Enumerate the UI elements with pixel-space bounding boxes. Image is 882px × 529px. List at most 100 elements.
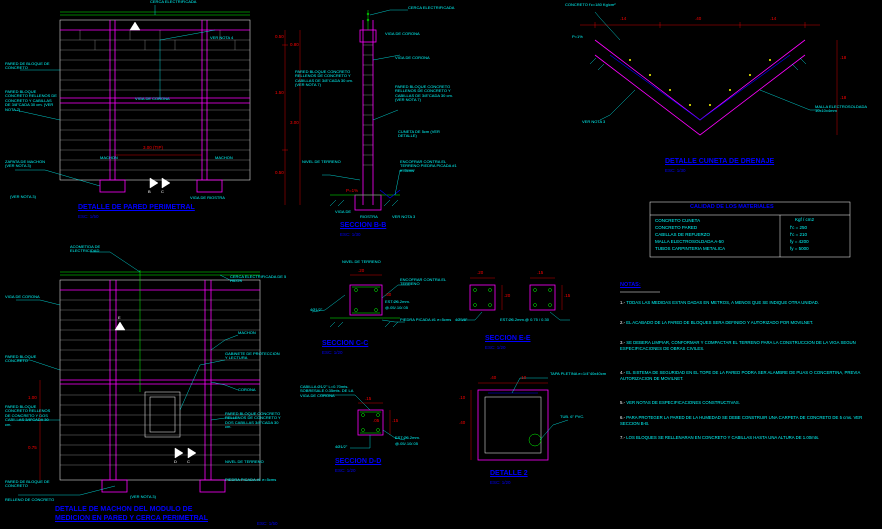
esc-det2: ESC: 1/20 (490, 480, 511, 485)
lbl-malla: MALLA ELECTROSOLDADA 10x10x4mm (815, 105, 870, 114)
lbl-cerca5h: CERCA ELECTRIFICADA DE 5 HILOS (230, 275, 292, 284)
title-bb: SECCION B-B (340, 222, 386, 229)
nota6-text: PARA PROTEGER LA PARED DE LA HUMEDAD SE … (620, 415, 862, 426)
nota1: 1.- TODAS LAS MEDIDAS ESTAN DADAS EN MET… (620, 300, 870, 306)
esc-cc: ESC: 1/20 (322, 350, 343, 355)
flag-E: E (118, 316, 121, 320)
flag-B: B (148, 190, 151, 194)
esc-machon: ESC: 1/50 (257, 521, 278, 526)
lbl-encofrar: ENCOFRAR CONTRA EL TERRENO PIEDRA PICADA… (400, 160, 462, 173)
lbl-tub: TUB. 6" PVC. (560, 415, 584, 419)
lbl-corona2: CORONA (238, 388, 256, 392)
lbl-4phi2: 4Ø1/2" (335, 445, 347, 449)
lbl-vernota3a: (VER NOTA 3) (10, 195, 36, 199)
dim-18b: .18 (840, 95, 846, 100)
lbl-est2b: @.05/.10/.05 (385, 306, 435, 310)
lbl-vernota3d: VER NOTA 3 (582, 120, 605, 124)
dim-40d2: .40 (490, 375, 496, 380)
mat5: TUBOS CARPINTERIA METALICA (655, 246, 725, 253)
detail-machon-modulo (16, 252, 260, 495)
title-machon: DETALLE DE MACHON DEL MODULO DE (55, 506, 192, 513)
lbl-nivel-terr2: NIVEL DE TERRENO (342, 260, 382, 264)
lbl-cabilla: CABILLA Ø1/2" L=0.70mts. SOBRESALE 0.35m… (300, 385, 360, 398)
mat2: CONCRETO PARED (655, 225, 697, 232)
esc-cuneta: ESC: 1/30 (665, 168, 686, 173)
lbl-viga-riostra: VIGA DE RIOSTRA (190, 196, 225, 200)
lbl-est2: EST.Ø6.2mm. (385, 300, 435, 304)
lbl-pared-bloque-conc: PARED DE BLOQUE DE CONCRETO (5, 480, 55, 489)
dim-20cc: .20 (358, 268, 364, 273)
lbl-viga-de: VIGA DE (335, 210, 351, 214)
dim-40cun: .40 (695, 16, 701, 21)
detail-cuneta (580, 12, 837, 135)
lbl-viga-corona: VIGA DE CORONA (135, 97, 170, 101)
lbl-viga-corona3: VIGA DE CORONA (385, 32, 420, 36)
dim-15dd2: .15 (392, 418, 398, 423)
dim-p15: P=1% (346, 188, 358, 193)
lbl-est3: EST.Ø6.2mm. (395, 436, 440, 440)
dim-300: 3.00 (TIP) (143, 145, 163, 150)
title-cuneta: DETALLE CUNETA DE DRENAJE (665, 158, 774, 165)
dim-300-bb: 3.00 (290, 120, 299, 125)
lbl-cuneta: CUNETA DE 5cm (VER DETALLE) (398, 130, 453, 139)
dim-05dd: .05 (373, 418, 379, 423)
dim-150-bb: 1.50 (275, 90, 284, 95)
nota4-text: EL SISTEMA DE SEGURIDAD EN EL TOPE DE LA… (620, 370, 860, 381)
lbl-viga-corona4: VIGA DE CORONA (395, 56, 430, 60)
dim-14b: .14 (770, 16, 776, 21)
dim-15dd: .15 (365, 396, 371, 401)
lbl-machon2: MACHON (238, 331, 256, 335)
lbl-relleno: RELLENO DE CONCRETO (5, 498, 55, 502)
mat4v: fy = 5000 (790, 246, 809, 253)
lbl-4phi: 4Ø1/2" (310, 308, 322, 312)
dim-10d2b: .10 (459, 395, 465, 400)
nota4: 4.- EL SISTEMA DE SEGURIDAD EN EL TOPE D… (620, 370, 870, 381)
nota1-text: TODAS LAS MEDIDAS ESTAN DADAS EN METROS,… (626, 300, 819, 305)
title-pared-perimetral: DETALLE DE PARED PERIMETRAL (78, 204, 195, 211)
dim-40d2b: .40 (459, 420, 465, 425)
lbl-acometida: ACOMETIDA DE ELECTRICIDAD (70, 245, 125, 254)
nota3-text: SE DEBERA LIMPIAR, CONFORMAR Y COMPACTAR… (620, 340, 856, 351)
dim-14a: .14 (620, 16, 626, 21)
nota2-text: EL ACABADO DE LA PARED DE BLOQUES SERA D… (626, 320, 813, 325)
lbl-pared-bloque2: PARED BLOQUE CONCRETO (5, 355, 55, 364)
lbl-piedra2: PIEDRA PICADA #1 e=5cms (400, 318, 455, 322)
lbl-nivel-terr3: NIVEL DE TERRENO (225, 460, 264, 464)
mat3v: fy = 4200 (790, 239, 809, 246)
cad-drawing-canvas (0, 0, 882, 529)
esc-dd: ESC: 1/20 (335, 468, 356, 473)
nota7: 7.- LOS BLOQUES SE RELLENARAN EN CONCRET… (620, 435, 870, 441)
lbl-concreto-cun: CONCRETO f'c=180 Kg/cm² (565, 3, 635, 7)
lbl-gabinete: GABINETE DE PROTECCION Y LECTURA (225, 352, 280, 361)
lbl-machon: MACHON (100, 156, 118, 160)
flag-C: C (161, 190, 164, 194)
mat2v: f'c = 210 (790, 232, 807, 239)
lbl-machon-r: MACHON (215, 156, 233, 160)
lbl-vernota4: VER NOTA 4 (210, 36, 233, 40)
nota3: 3.- SE DEBERA LIMPIAR, CONFORMAR Y COMPA… (620, 340, 870, 351)
esc-perimetral: ESC: 1/50 (78, 214, 99, 219)
lbl-pared-bloque: PARED DE BLOQUE DE CONCRETO (5, 62, 57, 71)
nota6: 6.- PARA PROTEGER LA PARED DE LA HUMEDAD… (620, 415, 870, 426)
lbl-vernota3c: VER NOTA 3 (392, 215, 415, 219)
lbl-tapa: TAPA PLETINA e=1/4"40x40cm (550, 372, 610, 376)
dim-20ee: .20 (477, 270, 483, 275)
tbl-header: CALIDAD DE LOS MATERIALES (690, 204, 774, 210)
dim-080-bb: 0.80 (290, 42, 299, 47)
lbl-pared-desc2: PARED BLOQUE CONCRETO RELLENOS DE CONCRE… (5, 405, 55, 427)
title-machon2: MEDICION EN PARED Y CERCA PERIMETRAL (55, 515, 208, 522)
dim-18a: .18 (840, 55, 846, 60)
dim-10d2: .10 (520, 375, 526, 380)
esc-bb: ESC: 1/30 (340, 232, 361, 237)
title-det2: DETALLE 2 (490, 470, 528, 477)
nota5: 5.- VER NOTAS DE ESPECIFICACIONES CONSTR… (620, 400, 870, 406)
lbl-est4: EST.Ø6.2mm.@ 0.75 / 0.30 (500, 318, 590, 322)
mat1: CONCRETO CUNETA (655, 218, 700, 225)
lbl-pared-desc3: PARED BLOQUE CONCRETO RELLENOS DE CONCRE… (395, 85, 457, 103)
lbl-riostra2: RIOSTRA (360, 215, 378, 219)
lbl-p15b: P=1% (572, 35, 583, 39)
mat1v: f'c = 250 (790, 225, 807, 232)
title-dd: SECCION D-D (335, 458, 381, 465)
tbl-unit: Kgf / cm2 (795, 217, 814, 224)
lbl-est3b: @.05/.10/.05 (395, 442, 440, 446)
